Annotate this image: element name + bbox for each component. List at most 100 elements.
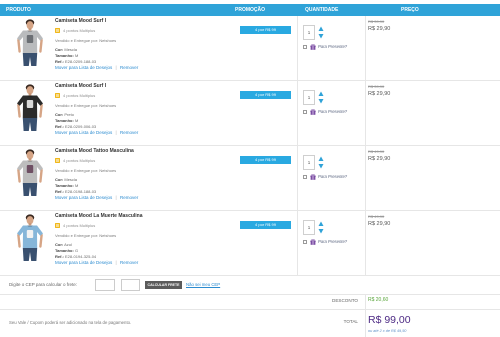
sale-price: R$ 29,90 xyxy=(368,26,391,32)
product-image[interactable] xyxy=(14,148,46,196)
quantity-input[interactable] xyxy=(303,25,315,40)
column-header-promotion: PROMOÇÃO xyxy=(235,7,265,13)
quantity-input[interactable] xyxy=(303,90,315,105)
column-header-quantity: QUANTIDADE xyxy=(305,7,339,13)
remove-link[interactable]: Remover xyxy=(120,65,138,70)
arrow-up-icon[interactable] xyxy=(318,26,324,32)
gift-icon xyxy=(310,238,316,245)
multiplus-points: 4 pontos Multiplus xyxy=(63,157,96,163)
product-image[interactable] xyxy=(14,83,46,131)
ref-line: Ref.: E28-0209-188-03 xyxy=(55,59,96,64)
product-title[interactable]: Camiseta Mood Surf I xyxy=(55,18,106,24)
arrow-down-icon[interactable] xyxy=(318,228,324,234)
link-separator: | xyxy=(115,260,117,265)
ref-value: E28-0198-188-03 xyxy=(65,188,97,194)
gift-checkbox[interactable] xyxy=(303,44,307,49)
gift-option-label[interactable]: Para Presente? xyxy=(318,239,347,244)
color-value: Preto xyxy=(64,111,74,117)
cep-prefix-input[interactable] xyxy=(95,279,115,291)
quantity-input[interactable] xyxy=(303,155,315,170)
ref-line: Ref.: E28-0209-006-03 xyxy=(55,124,96,129)
color-line: Cor: Mescla xyxy=(55,47,77,52)
ref-line: Ref.: E28-0194-325-04 xyxy=(55,254,96,259)
ref-line: Ref.: E28-0198-188-03 xyxy=(55,189,96,194)
seller-line: Vendido e Entregue por: Netshoes xyxy=(55,38,116,43)
color-line: Cor: Preto xyxy=(55,112,74,117)
color-label: Cor: xyxy=(55,176,64,182)
size-value: M xyxy=(74,182,79,188)
cep-label: Digite o CEP para calcular o frete: xyxy=(9,282,77,287)
arrow-down-icon[interactable] xyxy=(318,163,324,169)
arrow-up-icon[interactable] xyxy=(318,156,324,162)
gift-option-label[interactable]: Para Presente? xyxy=(318,174,347,179)
product-image[interactable] xyxy=(14,18,46,66)
color-value: Azul xyxy=(64,241,72,247)
color-line: Cor: Mescla xyxy=(55,177,77,182)
product-title[interactable]: Camiseta Mood La Muerte Masculina xyxy=(55,213,143,219)
move-to-wishlist-link[interactable]: Mover para Lista de Desejos xyxy=(55,65,112,70)
seller-name: Netshoes xyxy=(99,167,117,173)
seller-label: Vendido e Entregue por: xyxy=(55,102,99,108)
column-header-price: PREÇO xyxy=(401,7,419,13)
sale-price: R$ 29,90 xyxy=(368,91,391,97)
unknown-cep-link[interactable]: Não sei meu CEP xyxy=(186,282,220,288)
row-divider xyxy=(0,275,500,276)
gift-icon xyxy=(310,173,316,180)
product-title[interactable]: Camiseta Mood Tattoo Masculina xyxy=(55,148,134,154)
ref-label: Ref.: xyxy=(55,123,64,129)
item-actions: Mover para Lista de Desejos | Remover xyxy=(55,195,138,201)
color-value: Mescla xyxy=(64,46,78,52)
cart-table-header: PRODUTO PROMOÇÃO QUANTIDADE PREÇO xyxy=(0,4,500,16)
promotion-button[interactable]: 4 por R$ 99 xyxy=(240,221,291,229)
remove-link[interactable]: Remover xyxy=(120,260,138,265)
product-image[interactable] xyxy=(14,213,46,261)
discount-value: R$ 20,60 xyxy=(368,297,389,303)
seller-name: Netshoes xyxy=(99,232,117,238)
color-value: Mescla xyxy=(64,176,78,182)
column-header-product: PRODUTO xyxy=(6,7,31,13)
seller-line: Vendido e Entregue por: Netshoes xyxy=(55,103,116,108)
gift-checkbox[interactable] xyxy=(303,174,307,179)
cep-suffix-input[interactable] xyxy=(121,279,140,291)
calculate-shipping-button[interactable]: CALCULAR FRETE xyxy=(145,281,182,289)
arrow-down-icon[interactable] xyxy=(318,98,324,104)
seller-line: Vendido e Entregue por: Netshoes xyxy=(55,168,116,173)
product-title[interactable]: Camiseta Mood Surf I xyxy=(55,83,106,89)
remove-link[interactable]: Remover xyxy=(120,130,138,135)
remove-link[interactable]: Remover xyxy=(120,195,138,200)
cart-item-row: Camiseta Mood Surf I 4 pontos Multiplus … xyxy=(0,81,500,145)
original-price: R$ 49,90 xyxy=(368,213,385,219)
seller-label: Vendido e Entregue por: xyxy=(55,232,99,238)
promotion-button[interactable]: 4 por R$ 99 xyxy=(240,26,291,34)
quantity-input[interactable] xyxy=(303,220,315,235)
link-separator: | xyxy=(115,130,117,135)
move-to-wishlist-link[interactable]: Mover para Lista de Desejos xyxy=(55,130,112,135)
size-value: M xyxy=(74,52,79,58)
multiplus-icon xyxy=(55,27,60,33)
promotion-button[interactable]: 4 por R$ 99 xyxy=(240,156,291,164)
move-to-wishlist-link[interactable]: Mover para Lista de Desejos xyxy=(55,195,112,200)
promotion-button[interactable]: 4 por R$ 99 xyxy=(240,91,291,99)
voucher-note: Seu Vale / Cupom poderá ser adicionado n… xyxy=(9,319,132,325)
ref-label: Ref.: xyxy=(55,253,64,259)
multiplus-icon xyxy=(55,222,60,228)
original-price: R$ 39,90 xyxy=(368,18,385,24)
size-label: Tamanho: xyxy=(55,247,74,253)
gift-option-label[interactable]: Para Presente? xyxy=(318,44,347,49)
gift-checkbox[interactable] xyxy=(303,239,307,244)
arrow-up-icon[interactable] xyxy=(318,91,324,97)
gift-option-label[interactable]: Para Presente? xyxy=(318,109,347,114)
move-to-wishlist-link[interactable]: Mover para Lista de Desejos xyxy=(55,260,112,265)
ref-label: Ref.: xyxy=(55,188,64,194)
gift-icon xyxy=(310,108,316,115)
gift-checkbox[interactable] xyxy=(303,109,307,114)
color-label: Cor: xyxy=(55,46,64,52)
total-value: R$ 99,00 xyxy=(368,314,411,326)
installments-note: ou até 2 x de R$ 49,50 xyxy=(368,328,407,333)
seller-name: Netshoes xyxy=(99,102,117,108)
size-line: Tamanho: M xyxy=(55,53,78,58)
arrow-up-icon[interactable] xyxy=(318,221,324,227)
link-separator: | xyxy=(115,195,117,200)
cart-item-row: Camiseta Mood Tattoo Masculina 4 pontos … xyxy=(0,146,500,210)
arrow-down-icon[interactable] xyxy=(318,33,324,39)
